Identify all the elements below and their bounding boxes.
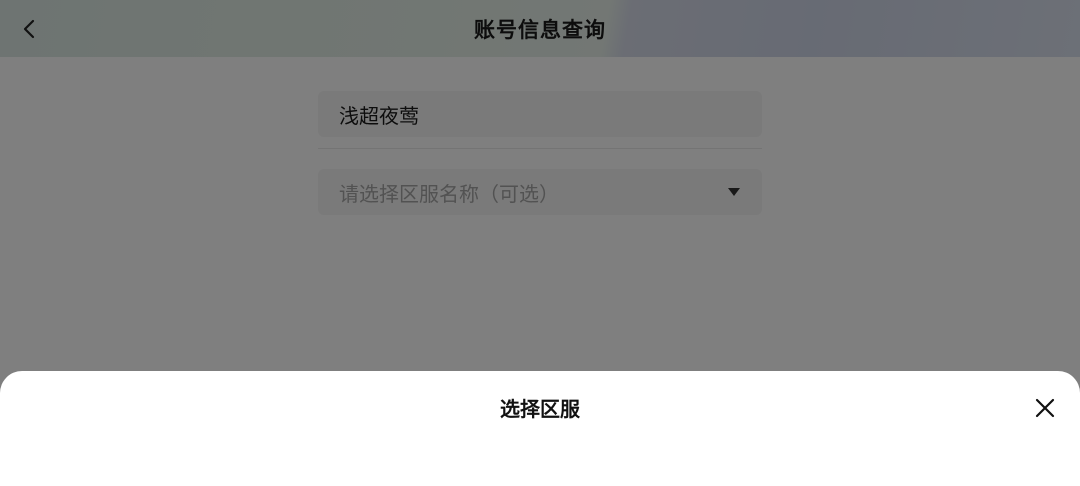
server-picker-sheet: 选择区服 xyxy=(0,371,1080,486)
close-button[interactable] xyxy=(1030,393,1060,423)
close-icon xyxy=(1035,398,1055,418)
sheet-title: 选择区服 xyxy=(500,397,580,421)
